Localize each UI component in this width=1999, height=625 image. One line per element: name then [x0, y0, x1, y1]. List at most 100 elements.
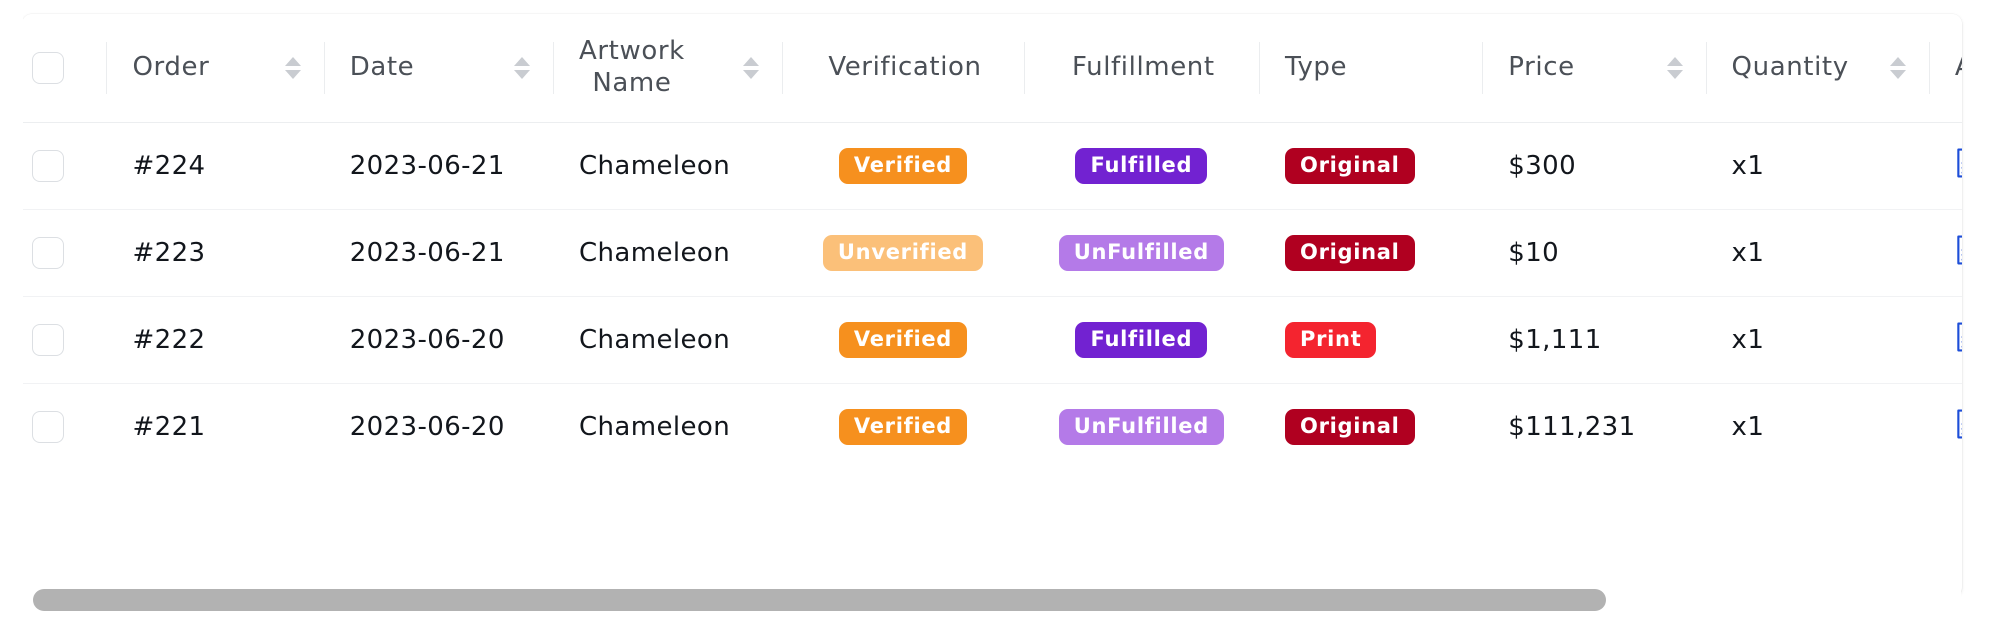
row-checkbox[interactable]: [32, 150, 64, 182]
cell-type: Original: [1259, 384, 1482, 471]
artwork-name-value: Chameleon: [579, 412, 731, 443]
type-badge: Print: [1285, 322, 1377, 358]
date-value: 2023-06-21: [349, 151, 505, 181]
header-verification[interactable]: Verification: [782, 14, 1024, 123]
sort-icon-quantity[interactable]: [1889, 57, 1907, 79]
fulfillment-badge: UnFulfilled: [1058, 409, 1224, 446]
cell-artwork-name: Chameleon: [553, 122, 783, 210]
document-icon[interactable]: [1955, 148, 1962, 178]
header-type[interactable]: Type: [1259, 14, 1483, 123]
sort-arrow-up-icon: [1889, 57, 1906, 66]
select-all-checkbox[interactable]: [32, 52, 64, 84]
cell-date: 2023-06-21: [323, 122, 553, 210]
cell-type: Print: [1259, 296, 1483, 384]
orders-table-card: Order Date Artwork Name Verification Ful…: [22, 14, 1962, 597]
row-checkbox[interactable]: [32, 324, 64, 356]
header-quantity-label: Quantity: [1731, 52, 1849, 83]
cell-order: #224: [106, 122, 324, 210]
price-value: $10: [1508, 238, 1560, 268]
cell-verification: Unverified: [782, 209, 1024, 297]
cell-action[interactable]: [1928, 209, 1962, 297]
cell-fulfillment: Fulfilled: [1023, 122, 1260, 210]
row-checkbox[interactable]: [32, 411, 64, 444]
price-value: $111,231: [1508, 412, 1636, 443]
header-fulfillment[interactable]: Fulfillment: [1023, 14, 1260, 123]
table-row[interactable]: #223 2023-06-21 Chameleon Unverified UnFulfi…: [22, 209, 1962, 297]
row-select-cell[interactable]: [22, 296, 107, 384]
document-icon[interactable]: [1955, 235, 1962, 265]
date-value: 2023-06-20: [349, 325, 505, 355]
row-checkbox[interactable]: [32, 237, 64, 269]
table-row[interactable]: #224 2023-06-21 Chameleon Verified Fulfilled…: [22, 122, 1962, 210]
fulfillment-badge: UnFulfilled: [1058, 235, 1224, 271]
left-edge-mask: [0, 0, 23, 625]
header-artwork-name[interactable]: Artwork Name: [553, 14, 783, 123]
cell-verification: Verified: [782, 384, 1023, 471]
cell-fulfillment: UnFulfilled: [1023, 209, 1260, 297]
cell-type: Original: [1259, 122, 1483, 210]
row-select-cell[interactable]: [22, 384, 106, 471]
cell-price: $10: [1482, 209, 1706, 297]
price-value: $1,111: [1508, 325, 1602, 355]
header-quantity[interactable]: Quantity: [1705, 14, 1929, 123]
cell-quantity: x1: [1705, 296, 1929, 384]
type-badge: Original: [1285, 409, 1415, 446]
cell-action[interactable]: [1928, 296, 1962, 384]
verification-badge: Verified: [838, 322, 968, 358]
sort-arrow-down-icon: [284, 70, 301, 79]
order-value: #222: [132, 325, 206, 355]
date-value: 2023-06-21: [349, 238, 505, 268]
header-row: Order Date Artwork Name Verification Ful…: [22, 14, 1962, 123]
header-price[interactable]: Price: [1482, 14, 1706, 123]
order-value: #223: [132, 238, 206, 268]
order-value: #221: [132, 412, 206, 443]
sort-icon-order[interactable]: [284, 57, 302, 79]
table-row[interactable]: #221 2023-06-20 Chameleon Verified UnFulfill…: [22, 384, 1962, 471]
row-select-cell[interactable]: [22, 209, 107, 297]
quantity-value: x1: [1731, 325, 1765, 355]
header-type-label: Type: [1285, 52, 1348, 83]
header-action-label: Action: [1955, 52, 1962, 84]
date-value: 2023-06-20: [349, 412, 505, 443]
order-value: #224: [132, 151, 206, 181]
cell-verification: Verified: [782, 122, 1024, 210]
verification-badge: Verified: [838, 148, 968, 184]
cell-order: #221: [106, 384, 323, 471]
sort-arrow-up-icon: [1666, 57, 1683, 66]
sort-icon-price[interactable]: [1666, 57, 1684, 79]
sort-arrow-down-icon: [743, 70, 760, 79]
table-header: Order Date Artwork Name Verification Ful…: [22, 14, 1962, 123]
fulfillment-badge: Fulfilled: [1075, 148, 1208, 184]
table-row[interactable]: #222 2023-06-20 Chameleon Verified Fulfilled…: [22, 296, 1962, 384]
horizontal-scrollbar-track[interactable]: [23, 587, 1961, 613]
header-order[interactable]: Order: [106, 14, 324, 123]
quantity-value: x1: [1731, 151, 1765, 181]
cell-fulfillment: Fulfilled: [1023, 296, 1260, 384]
header-select-all[interactable]: [22, 14, 107, 123]
sort-icon-artwork-name[interactable]: [742, 57, 760, 79]
cell-artwork-name: Chameleon: [553, 296, 783, 384]
cell-date: 2023-06-20: [324, 384, 553, 471]
fulfillment-badge: Fulfilled: [1075, 322, 1208, 358]
cell-quantity: x1: [1705, 122, 1929, 210]
type-badge: Original: [1285, 148, 1415, 184]
sort-arrow-down-icon: [1889, 70, 1906, 79]
document-icon[interactable]: [1955, 322, 1962, 352]
cell-order: #223: [106, 209, 324, 297]
sort-arrow-up-icon: [743, 57, 760, 66]
cell-action[interactable]: [1929, 384, 1962, 471]
header-verification-label: Verification: [828, 52, 982, 83]
horizontal-scrollbar-thumb[interactable]: [33, 589, 1606, 611]
header-artwork-name-label: Artwork Name: [579, 36, 685, 98]
cell-order: #222: [106, 296, 324, 384]
document-icon[interactable]: [1955, 409, 1962, 439]
sort-icon-date[interactable]: [513, 57, 531, 79]
cell-action[interactable]: [1928, 122, 1962, 210]
cell-quantity: x1: [1706, 384, 1929, 471]
header-date[interactable]: Date: [323, 14, 553, 123]
cell-price: $111,231: [1482, 384, 1705, 471]
verification-badge: Verified: [838, 409, 968, 446]
row-select-cell[interactable]: [22, 122, 107, 210]
right-edge-fade: [1963, 0, 1999, 625]
table-body: #224 2023-06-21 Chameleon Verified Fulfilled…: [22, 122, 1962, 471]
